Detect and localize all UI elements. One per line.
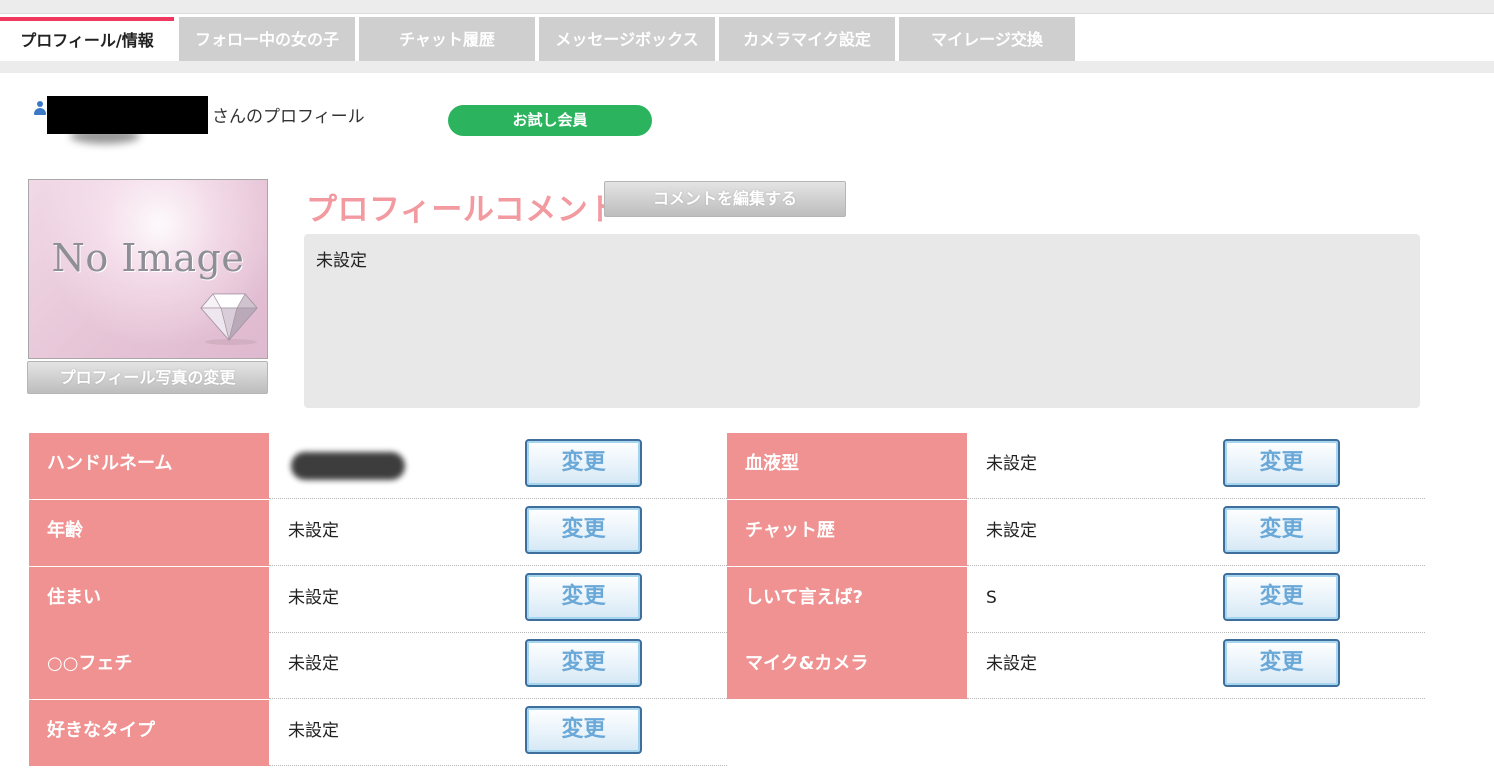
change-residence-button[interactable]: 変更	[525, 573, 642, 621]
field-value: 未設定	[288, 654, 339, 674]
tab-chat-history[interactable]: チャット履歴	[359, 17, 535, 61]
tab-underline	[0, 61, 1494, 73]
field-row-residence: 住まい 未設定 変更	[29, 567, 727, 633]
field-value: S	[986, 588, 997, 608]
diamond-icon	[200, 293, 258, 345]
field-row-blood-type: 血液型 未設定 変更	[727, 433, 1425, 499]
change-age-button[interactable]: 変更	[525, 506, 642, 554]
change-chat-history-button[interactable]: 変更	[1223, 506, 1340, 554]
user-icon	[34, 101, 46, 115]
row-divider	[967, 565, 1425, 566]
field-value: 未設定	[986, 654, 1037, 674]
field-label: 好きなタイプ	[29, 700, 269, 766]
no-image-placeholder: No Image	[51, 236, 245, 280]
tab-message-box[interactable]: メッセージボックス	[539, 17, 715, 61]
field-label: 血液型	[727, 433, 967, 499]
field-value: 未設定	[288, 521, 339, 541]
field-row-mic-camera: マイク&カメラ 未設定 変更	[727, 633, 1425, 699]
tab-bar: プロフィール/情報 フォロー中の女の子 チャット履歴 メッセージボックス カメラ…	[0, 17, 1494, 61]
profile-comment-box: 未設定	[304, 234, 1420, 408]
field-row-favorite-type: 好きなタイプ 未設定 変更	[29, 700, 727, 766]
field-label: ○○フェチ	[29, 633, 269, 699]
field-row-if-anything: しいて言えば? S 変更	[727, 567, 1425, 633]
change-fetish-button[interactable]: 変更	[525, 639, 642, 687]
row-divider	[967, 498, 1425, 499]
profile-photo: No Image	[28, 179, 268, 359]
field-value: 未設定	[986, 454, 1037, 474]
change-photo-button[interactable]: プロフィール写真の変更	[27, 361, 268, 394]
change-handle-name-button[interactable]: 変更	[525, 439, 642, 487]
tab-camera-mic-settings[interactable]: カメラマイク設定	[719, 17, 895, 61]
profile-comment-title: プロフィールコメント	[306, 192, 620, 228]
profile-comment-text: 未設定	[316, 251, 367, 271]
profile-heading-suffix: さんのプロフィール	[212, 107, 365, 127]
row-divider	[269, 498, 727, 499]
field-label: ハンドルネーム	[29, 433, 269, 499]
field-label: マイク&カメラ	[727, 633, 967, 699]
tab-profile-info[interactable]: プロフィール/情報	[0, 17, 174, 61]
membership-badge: お試し会員	[448, 105, 652, 136]
change-blood-type-button[interactable]: 変更	[1223, 439, 1340, 487]
row-divider	[967, 698, 1425, 699]
field-value: 未設定	[288, 588, 339, 608]
field-row-chat-history: チャット歴 未設定 変更	[727, 500, 1425, 566]
field-label: チャット歴	[727, 500, 967, 566]
field-label: しいて言えば?	[727, 567, 967, 633]
row-divider	[269, 765, 727, 766]
field-label: 住まい	[29, 567, 269, 633]
edit-comment-button[interactable]: コメントを編集する	[604, 181, 846, 217]
change-mic-camera-button[interactable]: 変更	[1223, 639, 1340, 687]
change-favorite-type-button[interactable]: 変更	[525, 706, 642, 754]
redacted-handle-value	[291, 452, 405, 480]
field-row-handle-name: ハンドルネーム 変更	[29, 433, 727, 499]
change-if-anything-button[interactable]: 変更	[1223, 573, 1340, 621]
field-value: 未設定	[288, 721, 339, 741]
row-divider	[269, 698, 727, 699]
row-divider	[269, 565, 727, 566]
tab-following-girls[interactable]: フォロー中の女の子	[179, 17, 355, 61]
field-row-age: 年齢 未設定 変更	[29, 500, 727, 566]
tab-mileage-exchange[interactable]: マイレージ交換	[899, 17, 1075, 61]
field-value: 未設定	[986, 521, 1037, 541]
top-bar	[0, 0, 1494, 14]
redacted-username	[47, 96, 208, 134]
field-row-fetish: ○○フェチ 未設定 変更	[29, 633, 727, 699]
field-label: 年齢	[29, 500, 269, 566]
